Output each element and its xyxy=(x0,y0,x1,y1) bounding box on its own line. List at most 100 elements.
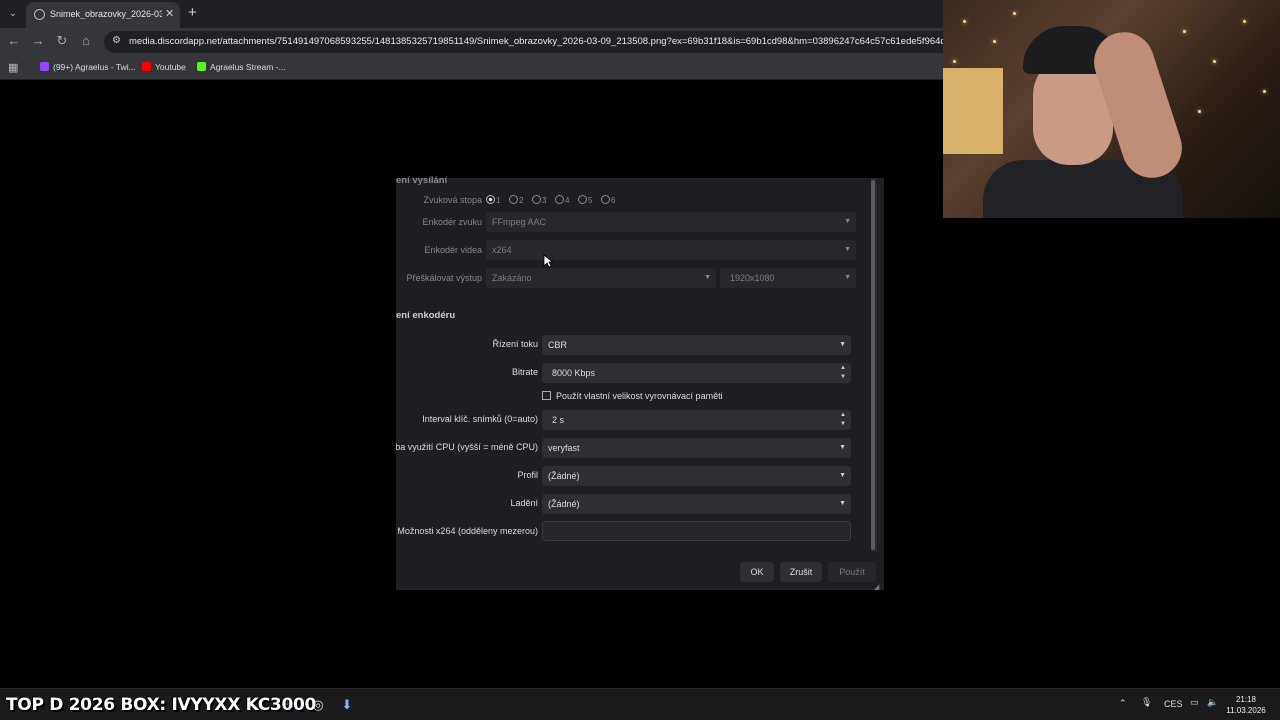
spin-down-icon[interactable]: ▼ xyxy=(840,373,846,381)
webcam-overlay xyxy=(943,0,1280,218)
audio-track-radio-3[interactable]: 3 xyxy=(532,195,546,205)
chevron-down-icon: ▼ xyxy=(839,472,846,479)
rescale-output-label: Přeškálovat výstup xyxy=(406,273,482,283)
rate-control-select[interactable]: CBR ▼ xyxy=(542,335,851,355)
clock-time: 21:18 xyxy=(1235,695,1257,704)
home-icon[interactable]: ⌂ xyxy=(78,33,94,48)
x264-options-label: Možnosti x264 (odděleny mezerou) xyxy=(397,526,538,536)
fairy-light xyxy=(1198,110,1201,113)
fairy-light xyxy=(993,40,996,43)
radio-checked-icon xyxy=(486,195,495,204)
radio-icon xyxy=(578,195,587,204)
steam-icon[interactable]: ♨ xyxy=(280,697,296,713)
rescale-resolution-select[interactable]: 1920x1080 ▼ xyxy=(720,268,856,288)
audio-track-radio-4[interactable]: 4 xyxy=(555,195,569,205)
browser-tab[interactable]: Snimek_obrazovky_2026-03-09_ ✕ xyxy=(26,2,180,28)
dialog-scrollbar[interactable] xyxy=(871,178,877,552)
section-encoder-title: ení enkodéru xyxy=(396,310,456,321)
cpu-preset-select[interactable]: veryfast ▼ xyxy=(542,438,851,458)
mouse-cursor-icon xyxy=(543,254,553,268)
promo-banner-text: TOP D 2026 BOX: IVYYXX KC3000 xyxy=(6,695,317,715)
audio-track-label: Zvuková stopa xyxy=(423,195,482,205)
windows-taskbar: TOP D 2026 BOX: IVYYXX KC3000 ♨ ◎ ⬇ ⌃ 🎙 … xyxy=(0,688,1280,720)
bookmark-twitch[interactable]: (99+) Agraelus - Twi... xyxy=(40,62,136,72)
kick-icon xyxy=(197,62,206,71)
cancel-button[interactable]: Zrušit xyxy=(780,562,822,582)
spin-up-icon[interactable]: ▲ xyxy=(840,411,846,419)
rescale-output-select[interactable]: Zakázáno ▼ xyxy=(486,268,716,288)
fairy-light xyxy=(1183,30,1186,33)
bookmark-kick[interactable]: Agraelus Stream -... xyxy=(197,62,286,72)
address-bar[interactable]: ⚙ media.discordapp.net/attachments/75149… xyxy=(104,31,964,53)
custom-buffer-checkbox[interactable]: Použít vlastní velikost vyrovnávací pamě… xyxy=(542,391,723,401)
wall-poster xyxy=(943,68,1003,154)
chevron-down-icon: ▼ xyxy=(839,444,846,451)
tune-select[interactable]: (Žádné) ▼ xyxy=(542,494,851,514)
rate-control-label: Řízení toku xyxy=(492,339,538,349)
forward-arrow-icon[interactable]: → xyxy=(30,33,46,48)
video-encoder-label: Enkodér videa xyxy=(424,245,482,255)
address-url: media.discordapp.net/attachments/7514914… xyxy=(129,36,959,47)
radio-icon xyxy=(601,195,610,204)
profile-label: Profil xyxy=(517,470,538,480)
audio-track-radio-2[interactable]: 2 xyxy=(509,195,523,205)
youtube-icon xyxy=(142,62,151,71)
chevron-down-icon: ▼ xyxy=(844,274,851,281)
spin-up-icon[interactable]: ▲ xyxy=(840,364,846,372)
apply-button[interactable]: Použít xyxy=(828,562,876,582)
tab-title: Snimek_obrazovky_2026-03-09_ xyxy=(50,9,162,19)
fairy-light xyxy=(1263,90,1266,93)
bookmark-youtube[interactable]: Youtube xyxy=(142,62,186,72)
keyframe-interval-label: Interval klíč. snímků (0=auto) xyxy=(422,414,538,424)
apps-grid-icon[interactable]: ▦ xyxy=(8,61,18,74)
close-tab-icon[interactable]: ✕ xyxy=(165,7,174,20)
chevron-down-icon: ▼ xyxy=(839,500,846,507)
bitrate-label: Bitrate xyxy=(511,367,538,377)
system-clock[interactable]: 21:18 11.03.2026 xyxy=(1226,694,1266,716)
bitrate-spinbox[interactable]: 8000 Kbps ▲ ▼ xyxy=(542,363,851,383)
profile-select[interactable]: (Žádné) ▼ xyxy=(542,466,851,486)
new-tab-plus-icon[interactable]: + xyxy=(188,4,197,21)
spin-down-icon[interactable]: ▼ xyxy=(840,420,846,428)
tune-label: Ladění xyxy=(510,498,538,508)
video-encoder-select[interactable]: x264 ▼ xyxy=(486,240,856,260)
ok-button[interactable]: OK xyxy=(740,562,774,582)
tab-search-chevron-icon[interactable]: ⌄ xyxy=(4,5,22,23)
back-arrow-icon[interactable]: ← xyxy=(6,33,22,48)
radio-icon xyxy=(532,195,541,204)
globe-icon xyxy=(34,9,45,20)
keyframe-interval-spinbox[interactable]: 2 s ▲ ▼ xyxy=(542,410,851,430)
chevron-down-icon: ▼ xyxy=(844,246,851,253)
fairy-light xyxy=(1013,12,1016,15)
chevron-down-icon: ▼ xyxy=(839,341,846,348)
clock-date: 11.03.2026 xyxy=(1226,706,1266,715)
fairy-light xyxy=(1213,60,1216,63)
audio-track-radio-1[interactable]: 1 xyxy=(486,195,500,205)
checkbox-icon xyxy=(542,391,551,400)
x264-options-input[interactable] xyxy=(542,521,851,541)
audio-encoder-select[interactable]: FFmpeg AAC ▼ xyxy=(486,212,856,232)
audio-track-radio-6[interactable]: 6 xyxy=(601,195,615,205)
tray-expand-chevron-icon[interactable]: ⌃ xyxy=(1119,698,1127,709)
reload-icon[interactable]: ↻ xyxy=(54,33,70,49)
obs-icon[interactable]: ◎ xyxy=(310,697,326,713)
scrollbar-thumb[interactable] xyxy=(871,180,875,550)
twitch-icon xyxy=(40,62,49,71)
fairy-light xyxy=(963,20,966,23)
radio-icon xyxy=(555,195,564,204)
audio-encoder-label: Enkodér zvuku xyxy=(422,217,482,227)
section-streaming-title: ení vysílání xyxy=(396,175,448,186)
audio-track-radio-5[interactable]: 5 xyxy=(578,195,592,205)
network-icon[interactable]: ▭ xyxy=(1190,697,1199,708)
input-language[interactable]: CES xyxy=(1164,699,1183,709)
chevron-down-icon: ▼ xyxy=(844,218,851,225)
radio-icon xyxy=(509,195,518,204)
app-icon[interactable]: ⬇ xyxy=(339,697,355,713)
site-info-icon[interactable]: ⚙ xyxy=(112,35,121,46)
cpu-preset-label: volba využití CPU (vyšší = méně CPU) xyxy=(396,442,538,452)
microphone-icon[interactable]: 🎙 xyxy=(1141,697,1152,708)
fairy-light xyxy=(953,60,956,63)
resize-grip-icon[interactable]: ◢ xyxy=(874,583,879,591)
volume-icon[interactable]: 🔈 xyxy=(1207,697,1218,708)
chevron-down-icon: ▼ xyxy=(704,274,711,281)
